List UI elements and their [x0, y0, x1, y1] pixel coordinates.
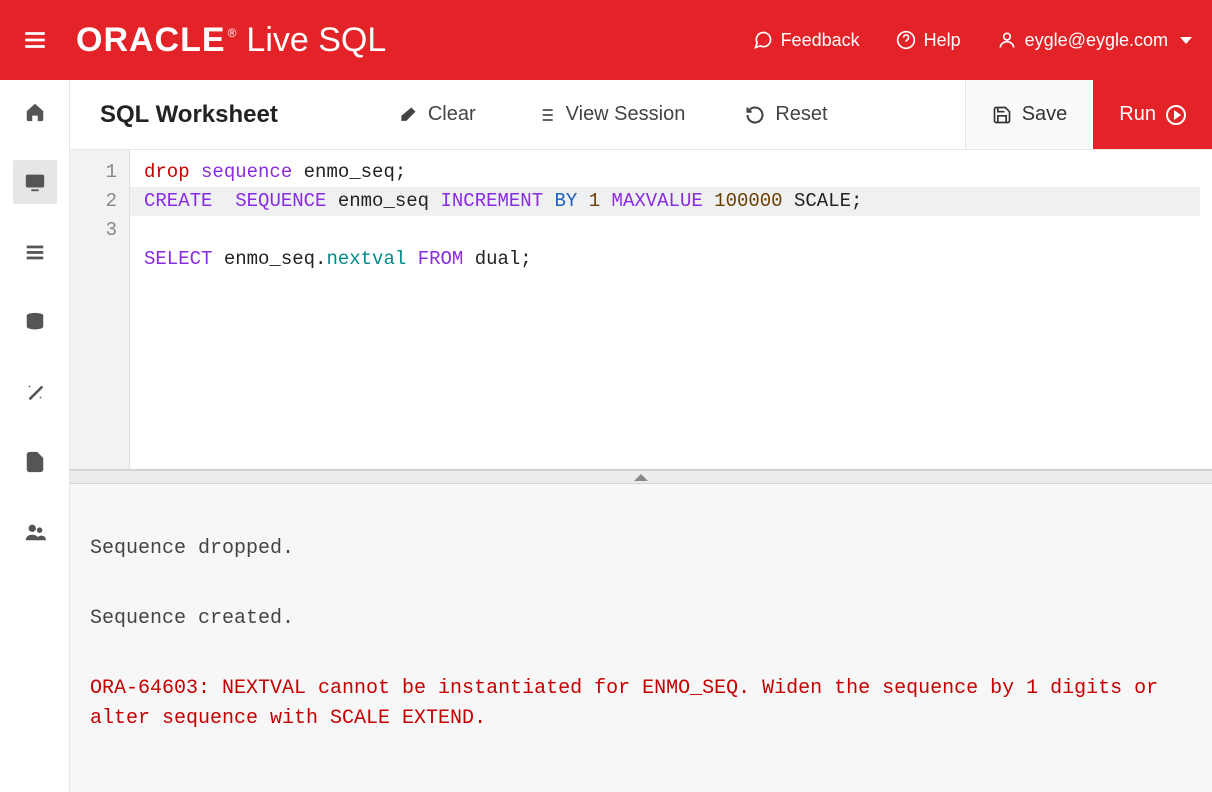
help-link[interactable]: Help [896, 30, 961, 51]
code-editor[interactable]: 123 drop sequence enmo_seq; CREATE SEQUE… [70, 150, 1212, 470]
brand: ORACLE ® Live SQL [76, 21, 386, 60]
home-icon [24, 101, 46, 123]
line-number: 3 [70, 216, 117, 245]
run-button[interactable]: Run [1093, 80, 1212, 149]
result-error: ORA-64603: NEXTVAL cannot be instantiate… [90, 674, 1192, 734]
line-gutter: 123 [70, 150, 130, 469]
worksheet-actions: Clear View Session Reset [398, 103, 828, 126]
sidebar-item-worksheet[interactable] [13, 160, 57, 204]
menu-toggle-button[interactable] [18, 23, 52, 57]
user-menu[interactable]: eygle@eygle.com [997, 30, 1192, 51]
result-message: Sequence dropped. [90, 534, 1192, 564]
code-line: drop sequence enmo_seq; [144, 161, 406, 183]
top-header: ORACLE ® Live SQL Feedback Help eygle@ey… [0, 0, 1212, 80]
chat-icon [753, 30, 773, 50]
brand-oracle: ORACLE [76, 21, 226, 60]
feedback-link[interactable]: Feedback [753, 30, 860, 51]
reset-icon [745, 105, 765, 125]
eraser-icon [398, 105, 418, 125]
code-line: CREATE SEQUENCE enmo_seq INCREMENT BY 1 … [130, 187, 1200, 216]
brand-registered: ® [228, 26, 237, 40]
database-icon [24, 311, 46, 333]
worksheet-right-buttons: Save Run [965, 80, 1212, 149]
user-email: eygle@eygle.com [1025, 30, 1168, 51]
sidebar-item-community[interactable] [13, 510, 57, 554]
content-area: SQL Worksheet Clear View Session Reset [70, 80, 1212, 792]
clear-label: Clear [428, 103, 476, 126]
clear-button[interactable]: Clear [398, 103, 476, 126]
brand-sub: Live SQL [246, 21, 386, 60]
run-label: Run [1119, 103, 1156, 126]
play-icon [1166, 105, 1186, 125]
results-panel: Sequence dropped. Sequence created. ORA-64… [70, 484, 1212, 792]
document-icon [24, 451, 46, 473]
session-icon [536, 105, 556, 125]
view-session-label: View Session [566, 103, 686, 126]
line-number: 1 [70, 158, 117, 187]
sidebar-item-wizard[interactable] [13, 370, 57, 414]
caret-down-icon [1180, 37, 1192, 44]
line-number: 2 [70, 187, 117, 216]
save-icon [992, 105, 1012, 125]
side-rail [0, 80, 70, 792]
view-session-button[interactable]: View Session [536, 103, 686, 126]
save-label: Save [1022, 103, 1068, 126]
sidebar-item-home[interactable] [13, 90, 57, 134]
list-icon [24, 241, 46, 263]
feedback-label: Feedback [781, 30, 860, 51]
wand-icon [24, 381, 46, 403]
reset-label: Reset [775, 103, 827, 126]
top-right-actions: Feedback Help eygle@eygle.com [753, 30, 1192, 51]
user-icon [997, 30, 1017, 50]
code-line: SELECT enmo_seq.nextval FROM dual; [144, 248, 532, 270]
monitor-icon [24, 171, 46, 193]
page-title: SQL Worksheet [100, 101, 278, 129]
users-icon [24, 521, 46, 543]
help-label: Help [924, 30, 961, 51]
splitter-handle[interactable] [70, 470, 1212, 484]
save-button[interactable]: Save [965, 80, 1094, 149]
main-area: SQL Worksheet Clear View Session Reset [0, 80, 1212, 792]
sidebar-item-scripts[interactable] [13, 440, 57, 484]
result-message: Sequence created. [90, 604, 1192, 634]
worksheet-toolbar: SQL Worksheet Clear View Session Reset [70, 80, 1212, 150]
code-area[interactable]: drop sequence enmo_seq; CREATE SEQUENCE … [130, 150, 1212, 469]
help-icon [896, 30, 916, 50]
sidebar-item-schema[interactable] [13, 300, 57, 344]
sidebar-item-list[interactable] [13, 230, 57, 274]
reset-button[interactable]: Reset [745, 103, 827, 126]
hamburger-icon [22, 27, 48, 53]
